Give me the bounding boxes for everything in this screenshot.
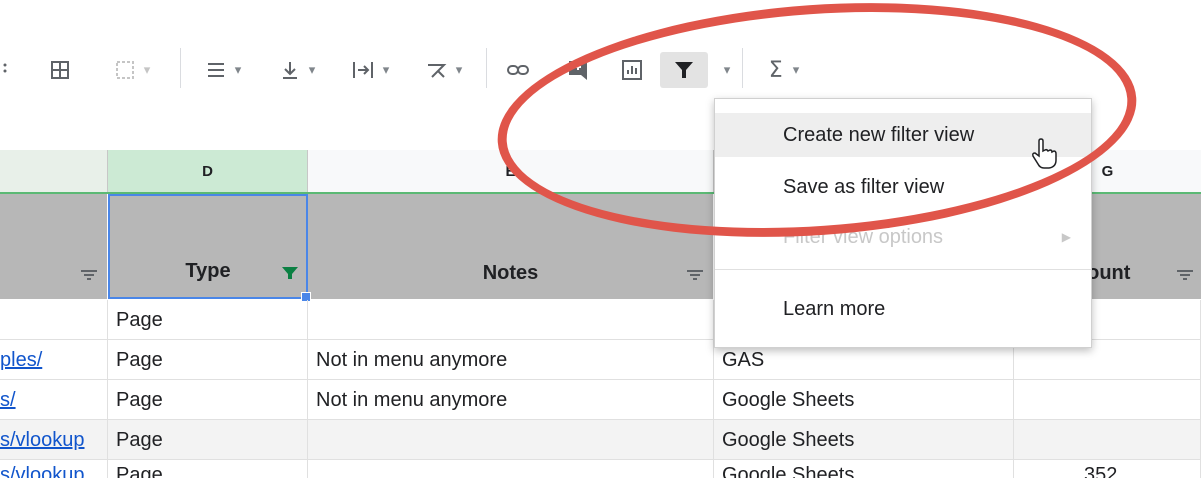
table-row[interactable]: s/ Page Not in menu anymore Google Sheet… (0, 380, 1201, 420)
align-vertical-icon[interactable]: ▾ (268, 52, 326, 88)
text-rotate-icon[interactable]: ▾ (412, 52, 474, 88)
header-cell-type[interactable]: Type (108, 194, 311, 302)
filter-toggle-icon[interactable] (81, 269, 97, 281)
header-label: Notes (482, 262, 539, 284)
url-cell[interactable]: ples/ (0, 340, 108, 380)
notes-cell[interactable]: Not in menu anymore (308, 340, 714, 380)
notes-cell[interactable] (308, 420, 714, 460)
menu-item-learn-more[interactable]: Learn more (715, 287, 1091, 331)
menu-divider (715, 269, 1091, 270)
header-label: Type (185, 260, 231, 282)
filter-toggle-icon[interactable] (1177, 269, 1193, 281)
link-icon[interactable] (500, 52, 536, 88)
merge-icon[interactable]: ▾ (104, 52, 160, 88)
category-cell[interactable]: Google Sheets (714, 380, 1014, 420)
notes-cell[interactable] (308, 460, 714, 478)
type-cell[interactable]: Page (108, 460, 308, 478)
filter-toggle-icon[interactable] (687, 269, 703, 281)
align-horizontal-icon[interactable]: ▾ (194, 52, 252, 88)
notes-cell[interactable] (308, 300, 714, 340)
header-cell-url[interactable] (0, 194, 108, 299)
type-cell[interactable]: Page (108, 420, 308, 460)
column-header-d[interactable]: D (108, 150, 308, 192)
category-cell[interactable]: Google Sheets (714, 420, 1014, 460)
url-cell[interactable]: s/ (0, 380, 108, 420)
category-cell[interactable]: Google Sheets (714, 460, 1014, 478)
active-filter-icon[interactable] (282, 267, 298, 279)
count-cell[interactable] (1014, 420, 1201, 460)
table-row[interactable]: s/vlookup Page Google Sheets (0, 420, 1201, 460)
borders-icon[interactable] (42, 52, 78, 88)
toolbar-divider (180, 48, 181, 88)
table-row[interactable]: s/vlookup Page Google Sheets 352 (0, 460, 1201, 478)
url-cell[interactable]: s/vlookup (0, 420, 108, 460)
submenu-arrow-icon: ▶ (1061, 230, 1071, 244)
text-wrap-icon[interactable]: ▾ (340, 52, 400, 88)
url-cell[interactable] (0, 300, 108, 340)
url-cell[interactable]: s/vlookup (0, 460, 108, 478)
column-header-c[interactable] (0, 150, 108, 192)
type-cell[interactable]: Page (108, 340, 308, 380)
count-cell[interactable] (1014, 380, 1201, 420)
notes-cell[interactable]: Not in menu anymore (308, 380, 714, 420)
type-cell[interactable]: Page (108, 380, 308, 420)
count-cell[interactable]: 352 (1014, 460, 1201, 478)
column-letter: G (1101, 162, 1114, 180)
type-cell[interactable]: Page (108, 300, 308, 340)
paint-format-icon[interactable] (0, 52, 12, 88)
toolbar-divider (486, 48, 487, 88)
column-letter: D (202, 162, 213, 180)
